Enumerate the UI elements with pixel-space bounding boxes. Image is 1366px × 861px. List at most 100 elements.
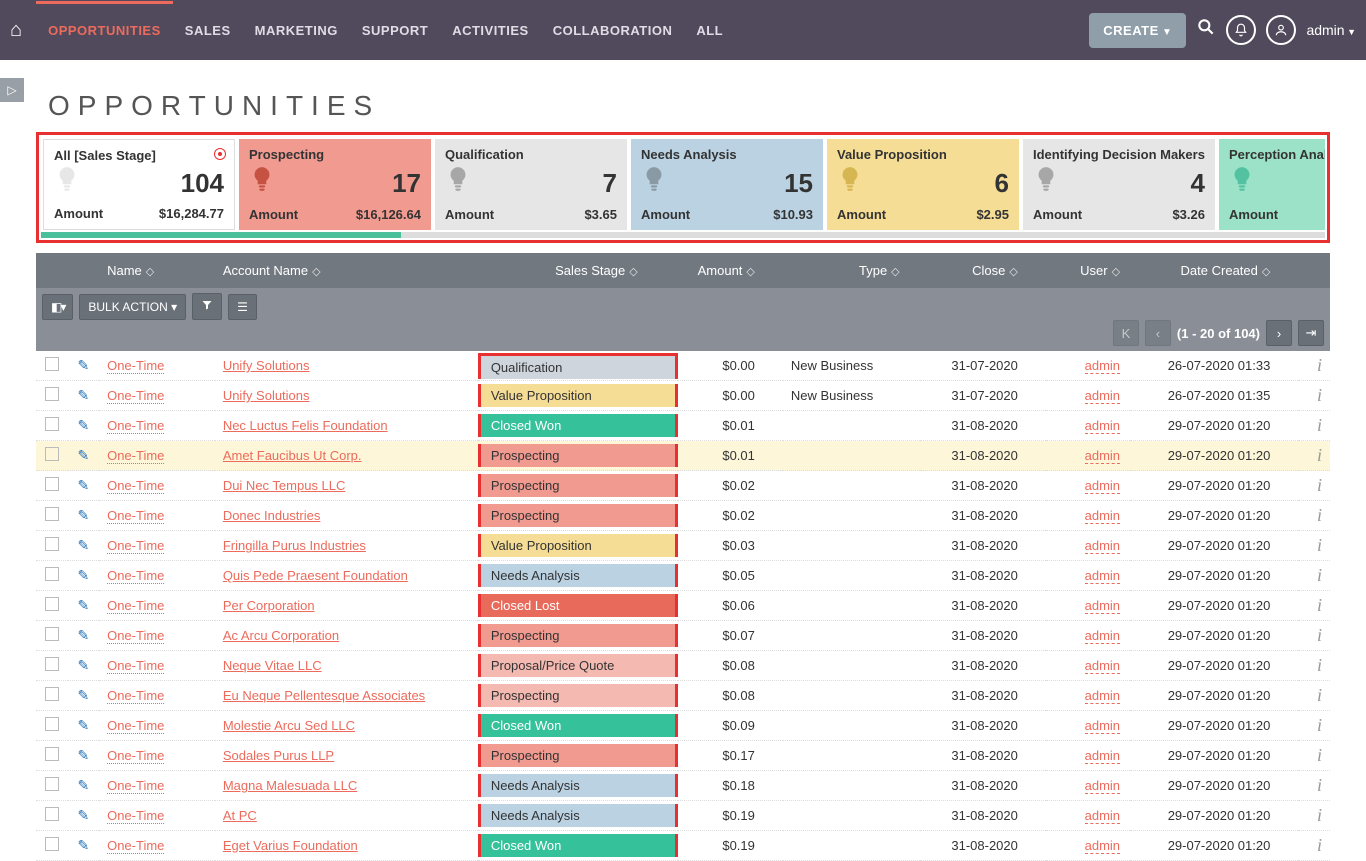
nav-item-all[interactable]: ALL xyxy=(684,1,735,60)
edit-icon[interactable]: ✎ xyxy=(77,717,89,733)
edit-icon[interactable]: ✎ xyxy=(77,507,89,523)
sales-stage-badge[interactable]: Proposal/Price Quote xyxy=(481,654,675,677)
list-view-button[interactable]: ☰ xyxy=(228,294,257,320)
user-link[interactable]: admin xyxy=(1085,718,1120,734)
kanban-card[interactable]: All [Sales Stage]104Amount$16,284.77 xyxy=(43,139,235,230)
bulk-action-button[interactable]: BULK ACTION xyxy=(79,294,186,320)
account-link[interactable]: Unify Solutions xyxy=(223,388,310,403)
info-icon[interactable]: i xyxy=(1317,715,1322,735)
user-link[interactable]: admin xyxy=(1085,598,1120,614)
info-icon[interactable]: i xyxy=(1317,475,1322,495)
row-checkbox[interactable] xyxy=(45,387,59,401)
info-icon[interactable]: i xyxy=(1317,745,1322,765)
sales-stage-badge[interactable]: Needs Analysis xyxy=(481,774,675,797)
opportunity-name-link[interactable]: One-Time xyxy=(107,568,164,584)
sales-stage-badge[interactable]: Closed Lost xyxy=(481,594,675,617)
col-type[interactable]: Type◇ xyxy=(783,253,920,288)
nav-item-support[interactable]: SUPPORT xyxy=(350,1,440,60)
nav-item-opportunities[interactable]: OPPORTUNITIES xyxy=(36,1,173,60)
row-checkbox[interactable] xyxy=(45,837,59,851)
account-link[interactable]: Quis Pede Praesent Foundation xyxy=(223,568,408,583)
user-link[interactable]: admin xyxy=(1085,388,1120,404)
col-user[interactable]: User◇ xyxy=(1046,253,1130,288)
edit-icon[interactable]: ✎ xyxy=(77,537,89,553)
edit-icon[interactable]: ✎ xyxy=(77,567,89,583)
edit-icon[interactable]: ✎ xyxy=(77,477,89,493)
account-link[interactable]: Fringilla Purus Industries xyxy=(223,538,366,553)
account-link[interactable]: Dui Nec Tempus LLC xyxy=(223,478,346,493)
opportunity-name-link[interactable]: One-Time xyxy=(107,538,164,554)
sales-stage-badge[interactable]: Closed Won xyxy=(481,714,675,737)
user-link[interactable]: admin xyxy=(1085,568,1120,584)
create-button[interactable]: CREATE xyxy=(1089,13,1186,48)
sales-stage-badge[interactable]: Closed Won xyxy=(481,414,675,437)
user-link[interactable]: admin xyxy=(1085,478,1120,494)
opportunity-name-link[interactable]: One-Time xyxy=(107,808,164,824)
sales-stage-badge[interactable]: Needs Analysis xyxy=(481,564,675,587)
opportunity-name-link[interactable]: One-Time xyxy=(107,778,164,794)
account-link[interactable]: Eu Neque Pellentesque Associates xyxy=(223,688,425,703)
account-link[interactable]: Neque Vitae LLC xyxy=(223,658,322,673)
info-icon[interactable]: i xyxy=(1317,355,1322,375)
row-checkbox[interactable] xyxy=(45,447,59,461)
opportunity-name-link[interactable]: One-Time xyxy=(107,598,164,614)
opportunity-name-link[interactable]: One-Time xyxy=(107,718,164,734)
account-link[interactable]: Molestie Arcu Sed LLC xyxy=(223,718,355,733)
info-icon[interactable]: i xyxy=(1317,655,1322,675)
row-checkbox[interactable] xyxy=(45,777,59,791)
info-icon[interactable]: i xyxy=(1317,625,1322,645)
user-link[interactable]: admin xyxy=(1085,628,1120,644)
account-link[interactable]: Unify Solutions xyxy=(223,358,310,373)
row-checkbox[interactable] xyxy=(45,687,59,701)
sales-stage-badge[interactable]: Value Proposition xyxy=(481,384,675,407)
user-link[interactable]: admin xyxy=(1085,838,1120,854)
opportunity-name-link[interactable]: One-Time xyxy=(107,448,164,464)
account-link[interactable]: Amet Faucibus Ut Corp. xyxy=(223,448,362,463)
col-created[interactable]: Date Created◇ xyxy=(1130,253,1298,288)
row-checkbox[interactable] xyxy=(45,417,59,431)
sales-stage-badge[interactable]: Prospecting xyxy=(481,624,675,647)
col-amount[interactable]: Amount◇ xyxy=(678,253,783,288)
user-link[interactable]: admin xyxy=(1085,748,1120,764)
col-stage[interactable]: Sales Stage◇ xyxy=(478,253,678,288)
info-icon[interactable]: i xyxy=(1317,535,1322,555)
user-link[interactable]: admin xyxy=(1085,418,1120,434)
info-icon[interactable]: i xyxy=(1317,385,1322,405)
kanban-card[interactable]: Prospecting17Amount$16,126.64 xyxy=(239,139,431,230)
sales-stage-badge[interactable]: Prospecting xyxy=(481,474,675,497)
account-link[interactable]: Magna Malesuada LLC xyxy=(223,778,357,793)
nav-item-activities[interactable]: ACTIVITIES xyxy=(440,1,541,60)
home-icon[interactable]: ⌂ xyxy=(10,19,22,42)
col-close[interactable]: Close◇ xyxy=(920,253,1046,288)
edit-icon[interactable]: ✎ xyxy=(77,687,89,703)
edit-icon[interactable]: ✎ xyxy=(77,387,89,403)
page-prev-button[interactable]: ‹ xyxy=(1145,320,1171,346)
row-checkbox[interactable] xyxy=(45,507,59,521)
opportunity-name-link[interactable]: One-Time xyxy=(107,508,164,524)
kanban-card[interactable]: Perception AnalyAmount xyxy=(1219,139,1325,230)
user-icon[interactable] xyxy=(1266,15,1296,45)
edit-icon[interactable]: ✎ xyxy=(77,597,89,613)
info-icon[interactable]: i xyxy=(1317,805,1322,825)
page-first-button[interactable]: K xyxy=(1113,320,1139,346)
edit-icon[interactable]: ✎ xyxy=(77,417,89,433)
edit-icon[interactable]: ✎ xyxy=(77,807,89,823)
kanban-card[interactable]: Value Proposition6Amount$2.95 xyxy=(827,139,1019,230)
row-checkbox[interactable] xyxy=(45,627,59,641)
user-link[interactable]: admin xyxy=(1085,358,1120,374)
edit-icon[interactable]: ✎ xyxy=(77,447,89,463)
row-checkbox[interactable] xyxy=(45,807,59,821)
notifications-icon[interactable] xyxy=(1226,15,1256,45)
account-link[interactable]: Ac Arcu Corporation xyxy=(223,628,339,643)
sales-stage-badge[interactable]: Closed Won xyxy=(481,834,675,857)
row-checkbox[interactable] xyxy=(45,597,59,611)
info-icon[interactable]: i xyxy=(1317,685,1322,705)
info-icon[interactable]: i xyxy=(1317,445,1322,465)
user-link[interactable]: admin xyxy=(1085,538,1120,554)
row-checkbox[interactable] xyxy=(45,567,59,581)
user-link[interactable]: admin xyxy=(1085,808,1120,824)
user-menu[interactable]: admin xyxy=(1306,22,1356,38)
row-checkbox[interactable] xyxy=(45,357,59,371)
opportunity-name-link[interactable]: One-Time xyxy=(107,418,164,434)
account-link[interactable]: Donec Industries xyxy=(223,508,321,523)
